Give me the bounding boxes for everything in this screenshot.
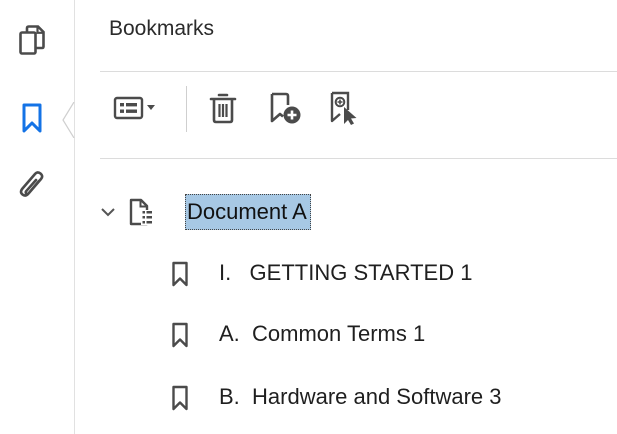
- bookmark-item[interactable]: I. GETTING STARTED 1: [75, 253, 617, 293]
- bookmarks-button[interactable]: [10, 96, 54, 140]
- page-thumbnails-button[interactable]: [10, 18, 54, 62]
- document-icon: [129, 198, 153, 226]
- tree-root-row[interactable]: Document A: [75, 192, 617, 232]
- bookmark-label[interactable]: I. GETTING STARTED 1: [219, 255, 472, 291]
- page-thumbnails-icon: [19, 25, 45, 55]
- attachments-button[interactable]: [10, 163, 54, 207]
- bookmark-label[interactable]: B. Hardware and Software 3: [219, 379, 501, 415]
- bookmark-icon: [172, 261, 188, 287]
- chevron-down-icon[interactable]: [99, 203, 117, 221]
- bookmark-item[interactable]: B. Hardware and Software 3: [75, 377, 617, 417]
- bookmarks-app: Bookmarks Document A I. GETTING STARTED …: [0, 0, 617, 434]
- document-label[interactable]: Document A: [185, 194, 311, 230]
- bookmarks-panel: Bookmarks Document A I. GETTING STARTED …: [75, 0, 617, 434]
- navigation-rail: [0, 0, 75, 434]
- bookmark-item[interactable]: A. Common Terms 1: [75, 314, 617, 354]
- attachment-icon: [19, 171, 44, 197]
- bookmark-icon: [172, 322, 188, 348]
- bookmark-label[interactable]: A. Common Terms 1: [219, 316, 425, 352]
- bookmark-icon: [172, 385, 188, 411]
- bookmark-tree: Document A I. GETTING STARTED 1 A. Commo…: [75, 0, 617, 434]
- bookmark-icon: [22, 103, 42, 133]
